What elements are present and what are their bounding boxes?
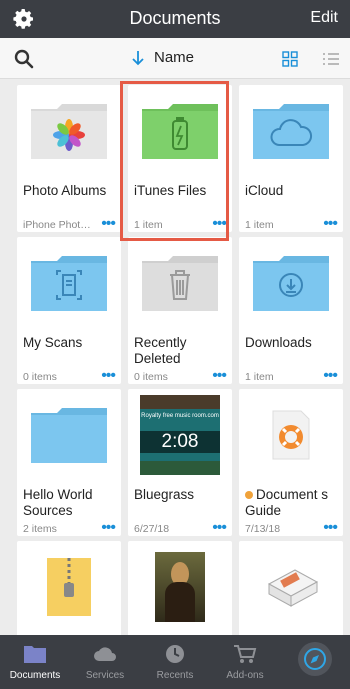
file-card[interactable]: Recently Deleted 0 items •••: [128, 237, 232, 384]
unread-dot: [245, 491, 253, 499]
more-options-icon[interactable]: •••: [212, 368, 227, 384]
file-meta: 1 item: [245, 219, 274, 231]
file-name: Recently Deleted: [134, 335, 187, 366]
top-bar: Documents Edit: [0, 0, 350, 38]
video-thumbnail: Royalty free music room.com 2:08: [128, 389, 232, 481]
file-meta: iPhone Phot…: [23, 219, 91, 231]
tab-recents[interactable]: Recents: [140, 635, 210, 689]
lifebuoy-icon: [239, 389, 343, 481]
tab-documents[interactable]: Documents: [0, 635, 70, 689]
file-card[interactable]: My Scans 0 items •••: [17, 237, 121, 384]
list-view-icon[interactable]: [322, 51, 340, 67]
grid-view-icon[interactable]: [282, 51, 298, 67]
more-options-icon[interactable]: •••: [101, 368, 116, 384]
mona-lisa-image: [128, 541, 232, 633]
file-name: Hello World Sources: [23, 487, 93, 518]
scans-folder-icon: [17, 237, 121, 329]
file-meta: 0 items: [23, 371, 57, 383]
sort-label: Name: [154, 49, 195, 66]
trash-folder-icon: [128, 237, 232, 329]
tab-label: Recents: [156, 670, 194, 681]
tab-label: Documents: [9, 670, 61, 681]
page-title: Documents: [129, 8, 221, 28]
folder-icon: [17, 389, 121, 481]
zip-file-icon: [17, 541, 121, 633]
file-card[interactable]: Royalty free music room.com 2:08 Bluegra…: [128, 389, 232, 536]
thumbnail-caption: Royalty free music room.com: [141, 413, 219, 419]
folder-tab-icon: [24, 646, 46, 663]
more-options-icon[interactable]: •••: [323, 216, 338, 232]
icloud-folder-icon: [239, 85, 343, 177]
video-duration: 2:08: [161, 431, 199, 452]
file-card[interactable]: iCloud 1 item •••: [239, 85, 343, 232]
file-meta: 2 items: [23, 523, 57, 535]
file-name: Bluegrass: [134, 487, 195, 502]
file-name: Photo Albums: [23, 183, 107, 198]
file-card[interactable]: [17, 541, 121, 635]
file-meta: 7/13/18: [245, 523, 281, 535]
cart-icon: [234, 645, 257, 663]
file-card[interactable]: [239, 541, 343, 635]
file-card[interactable]: Document s Guide 7/13/18 •••: [239, 389, 343, 536]
file-name: iCloud: [245, 183, 284, 198]
highlight-annotation: [120, 81, 229, 241]
sort-toolbar: Name: [0, 38, 350, 79]
package-icon: [239, 541, 343, 633]
more-options-icon[interactable]: •••: [212, 520, 227, 536]
file-name: Document s Guide: [245, 487, 329, 518]
cloud-icon: [94, 647, 116, 661]
search-icon[interactable]: [14, 49, 34, 69]
clock-icon: [166, 645, 184, 663]
tab-add-ons[interactable]: Add-ons: [210, 635, 280, 689]
file-meta: 0 items: [134, 371, 168, 383]
tab-label: Services: [85, 670, 125, 681]
more-options-icon[interactable]: •••: [101, 216, 116, 232]
file-name: My Scans: [23, 335, 83, 350]
edit-button[interactable]: Edit: [310, 9, 338, 27]
photos-folder-icon: [17, 85, 121, 177]
compass-button[interactable]: [298, 642, 332, 676]
file-card[interactable]: Downloads 1 item •••: [239, 237, 343, 384]
file-name: Downloads: [245, 335, 312, 350]
more-options-icon[interactable]: •••: [101, 520, 116, 536]
file-card[interactable]: Photo Albums iPhone Phot… •••: [17, 85, 121, 232]
compass-icon: [304, 648, 326, 670]
file-meta: 1 item: [245, 371, 274, 383]
tab-services[interactable]: Services: [70, 635, 140, 689]
downloads-folder-icon: [239, 237, 343, 329]
sort-by-name-button[interactable]: Name: [132, 49, 194, 66]
more-options-icon[interactable]: •••: [323, 368, 338, 384]
file-meta: 6/27/18: [134, 523, 170, 535]
arrow-down-icon: [132, 50, 144, 65]
file-card[interactable]: [128, 541, 232, 635]
more-options-icon[interactable]: •••: [323, 520, 338, 536]
tab-label: Add-ons: [226, 670, 264, 681]
file-card[interactable]: Hello World Sources 2 items •••: [17, 389, 121, 536]
